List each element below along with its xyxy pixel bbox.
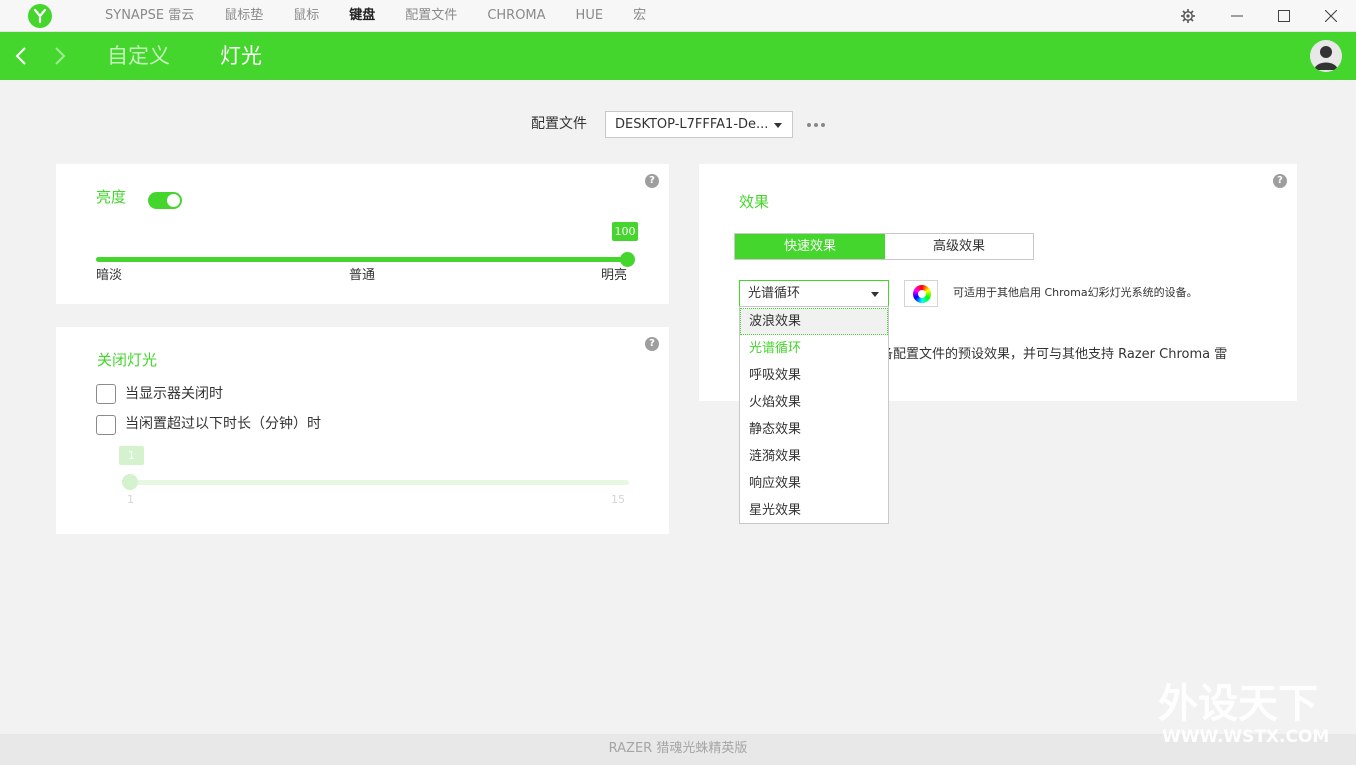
brightness-label-bright: 明亮 [601, 268, 628, 283]
effect-option-static[interactable]: 静态效果 [740, 416, 888, 443]
display-off-checkbox[interactable] [96, 384, 116, 404]
tab-advanced-effects[interactable]: 高级效果 [885, 234, 1033, 259]
idle-slider-track [130, 480, 629, 485]
razer-logo-icon[interactable] [28, 4, 52, 28]
brightness-help-icon[interactable]: ? [645, 174, 659, 188]
brightness-slider-fill [96, 257, 627, 262]
tab-hue[interactable]: HUE [561, 0, 619, 32]
profile-select-value: DESKTOP-L7FFFA1-De... [615, 117, 769, 132]
brightness-title: 亮度 [96, 188, 127, 206]
idle-label: 当闲置超过以下时长（分钟）时 [125, 416, 321, 432]
tab-quick-effects[interactable]: 快速效果 [735, 234, 885, 259]
effect-option-breathing[interactable]: 呼吸效果 [740, 362, 888, 389]
effects-title: 效果 [739, 193, 770, 211]
top-nav: SYNAPSE 雷云 鼠标垫 鼠标 键盘 配置文件 CHROMA HUE 宏 [90, 0, 661, 32]
brightness-slider-handle[interactable] [619, 252, 635, 267]
idle-slider-handle [122, 474, 138, 490]
back-arrow-icon[interactable] [9, 44, 33, 68]
brightness-slider-track[interactable] [96, 257, 627, 262]
brightness-value-badge: 100 [612, 222, 638, 241]
close-icon[interactable] [1308, 0, 1354, 32]
maximize-icon[interactable] [1261, 0, 1307, 32]
effect-option-starlight[interactable]: 星光效果 [740, 497, 888, 524]
tab-profiles[interactable]: 配置文件 [390, 0, 472, 32]
effect-option-reactive[interactable]: 响应效果 [740, 470, 888, 497]
effect-option-fire[interactable]: 火焰效果 [740, 389, 888, 416]
effect-select-value: 光谱循环 [748, 286, 801, 301]
chevron-down-icon [871, 292, 879, 297]
profile-label: 配置文件 [531, 116, 587, 132]
color-wheel-icon [913, 285, 931, 303]
device-name: RAZER 猎魂光蛛精英版 [608, 741, 748, 756]
tab-chroma[interactable]: CHROMA [472, 0, 560, 32]
footer-bar: RAZER 猎魂光蛛精英版 [0, 734, 1356, 765]
minimize-icon[interactable] [1214, 0, 1260, 32]
effect-option-ripple[interactable]: 涟漪效果 [740, 443, 888, 470]
color-wheel-button[interactable] [904, 280, 938, 307]
effect-option-wave[interactable]: 波浪效果 [740, 308, 888, 335]
effects-tab-group: 快速效果 高级效果 [734, 233, 1034, 260]
settings-gear-icon[interactable] [1165, 0, 1211, 32]
forward-arrow-icon[interactable] [48, 44, 72, 68]
display-off-label: 当显示器关闭时 [125, 386, 223, 402]
effect-description: 备配置文件的预设效果，并可与其他支持 Razer Chroma 雷 [880, 347, 1228, 362]
tab-keyboard[interactable]: 键盘 [334, 0, 390, 32]
brightness-label-normal: 普通 [349, 268, 376, 283]
tab-mousemat[interactable]: 鼠标垫 [209, 0, 278, 32]
watermark-url: WWW.WSTX.COM [1162, 727, 1330, 747]
tab-synapse[interactable]: SYNAPSE 雷云 [90, 0, 209, 32]
idle-max-label: 15 [611, 493, 625, 506]
user-avatar-icon[interactable] [1310, 40, 1342, 72]
title-bar: SYNAPSE 雷云 鼠标垫 鼠标 键盘 配置文件 CHROMA HUE 宏 [0, 0, 1356, 32]
tab-mouse[interactable]: 鼠标 [278, 0, 334, 32]
effect-select[interactable]: 光谱循环 [739, 280, 889, 307]
idle-min-label: 1 [127, 493, 134, 506]
effect-option-spectrum[interactable]: 光谱循环 [740, 335, 888, 362]
idle-value-badge: 1 [119, 446, 144, 465]
effect-note: 可适用于其他启用 Chroma幻彩灯光系统的设备。 [953, 286, 1198, 299]
brightness-toggle[interactable] [148, 192, 182, 209]
breadcrumb-lighting[interactable]: 灯光 [220, 41, 262, 71]
tab-macro[interactable]: 宏 [618, 0, 661, 32]
effects-help-icon[interactable]: ? [1273, 174, 1287, 188]
effect-dropdown-list: 波浪效果 光谱循环 呼吸效果 火焰效果 静态效果 涟漪效果 响应效果 星光效果 [739, 306, 889, 524]
brightness-label-dim: 暗淡 [96, 268, 123, 283]
idle-checkbox[interactable] [96, 415, 116, 435]
profile-select[interactable]: DESKTOP-L7FFFA1-De... [605, 111, 793, 138]
lights-off-help-icon[interactable]: ? [645, 337, 659, 351]
chevron-down-icon [774, 123, 782, 128]
more-options-icon[interactable] [806, 122, 826, 128]
lights-off-title: 关闭灯光 [97, 351, 158, 369]
breadcrumb-customize[interactable]: 自定义 [107, 41, 170, 71]
header-bar [0, 32, 1356, 80]
watermark-logo: 外设天下 [1158, 681, 1318, 727]
